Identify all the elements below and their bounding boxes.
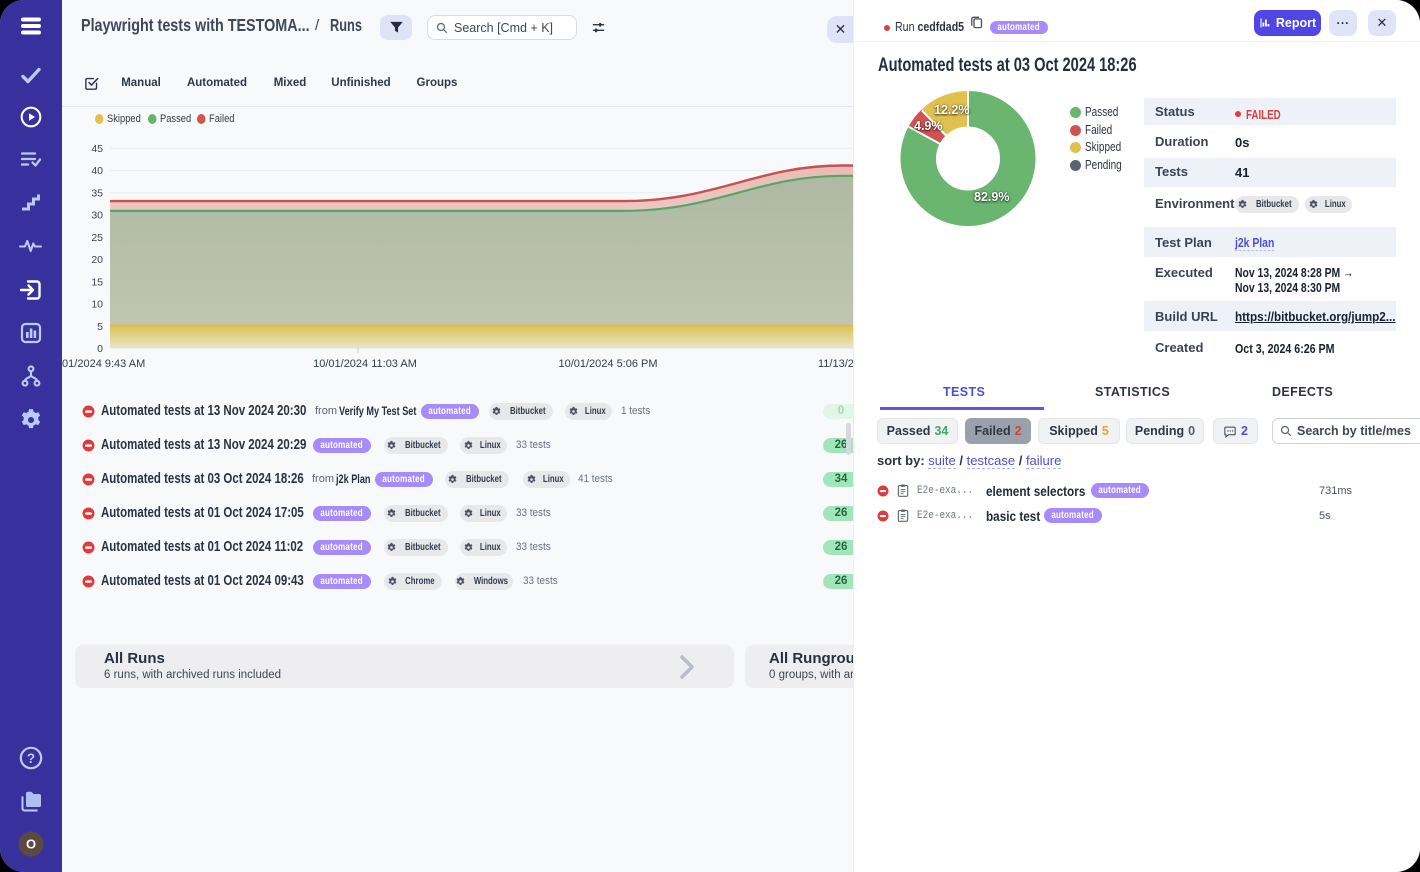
svg-text:0: 0 — [97, 343, 103, 355]
svg-text:10/01/2024 9:43 AM: 10/01/2024 9:43 AM — [62, 358, 145, 370]
svg-text:35: 35 — [91, 187, 103, 199]
svg-text:?: ? — [27, 751, 35, 766]
svg-text:5: 5 — [97, 321, 103, 333]
svg-text:20: 20 — [91, 254, 103, 266]
svg-text:10: 10 — [91, 299, 103, 311]
svg-text:45: 45 — [91, 143, 103, 155]
svg-text:25: 25 — [91, 232, 103, 244]
svg-text:11/13/2024 8:28 PM: 11/13/2024 8:28 PM — [818, 358, 853, 370]
svg-text:40: 40 — [91, 165, 103, 177]
svg-text:10/01/2024 11:03 AM: 10/01/2024 11:03 AM — [313, 358, 417, 370]
svg-text:15: 15 — [91, 276, 103, 288]
svg-text:10/01/2024 5:06 PM: 10/01/2024 5:06 PM — [558, 358, 657, 370]
svg-text:30: 30 — [91, 210, 103, 222]
